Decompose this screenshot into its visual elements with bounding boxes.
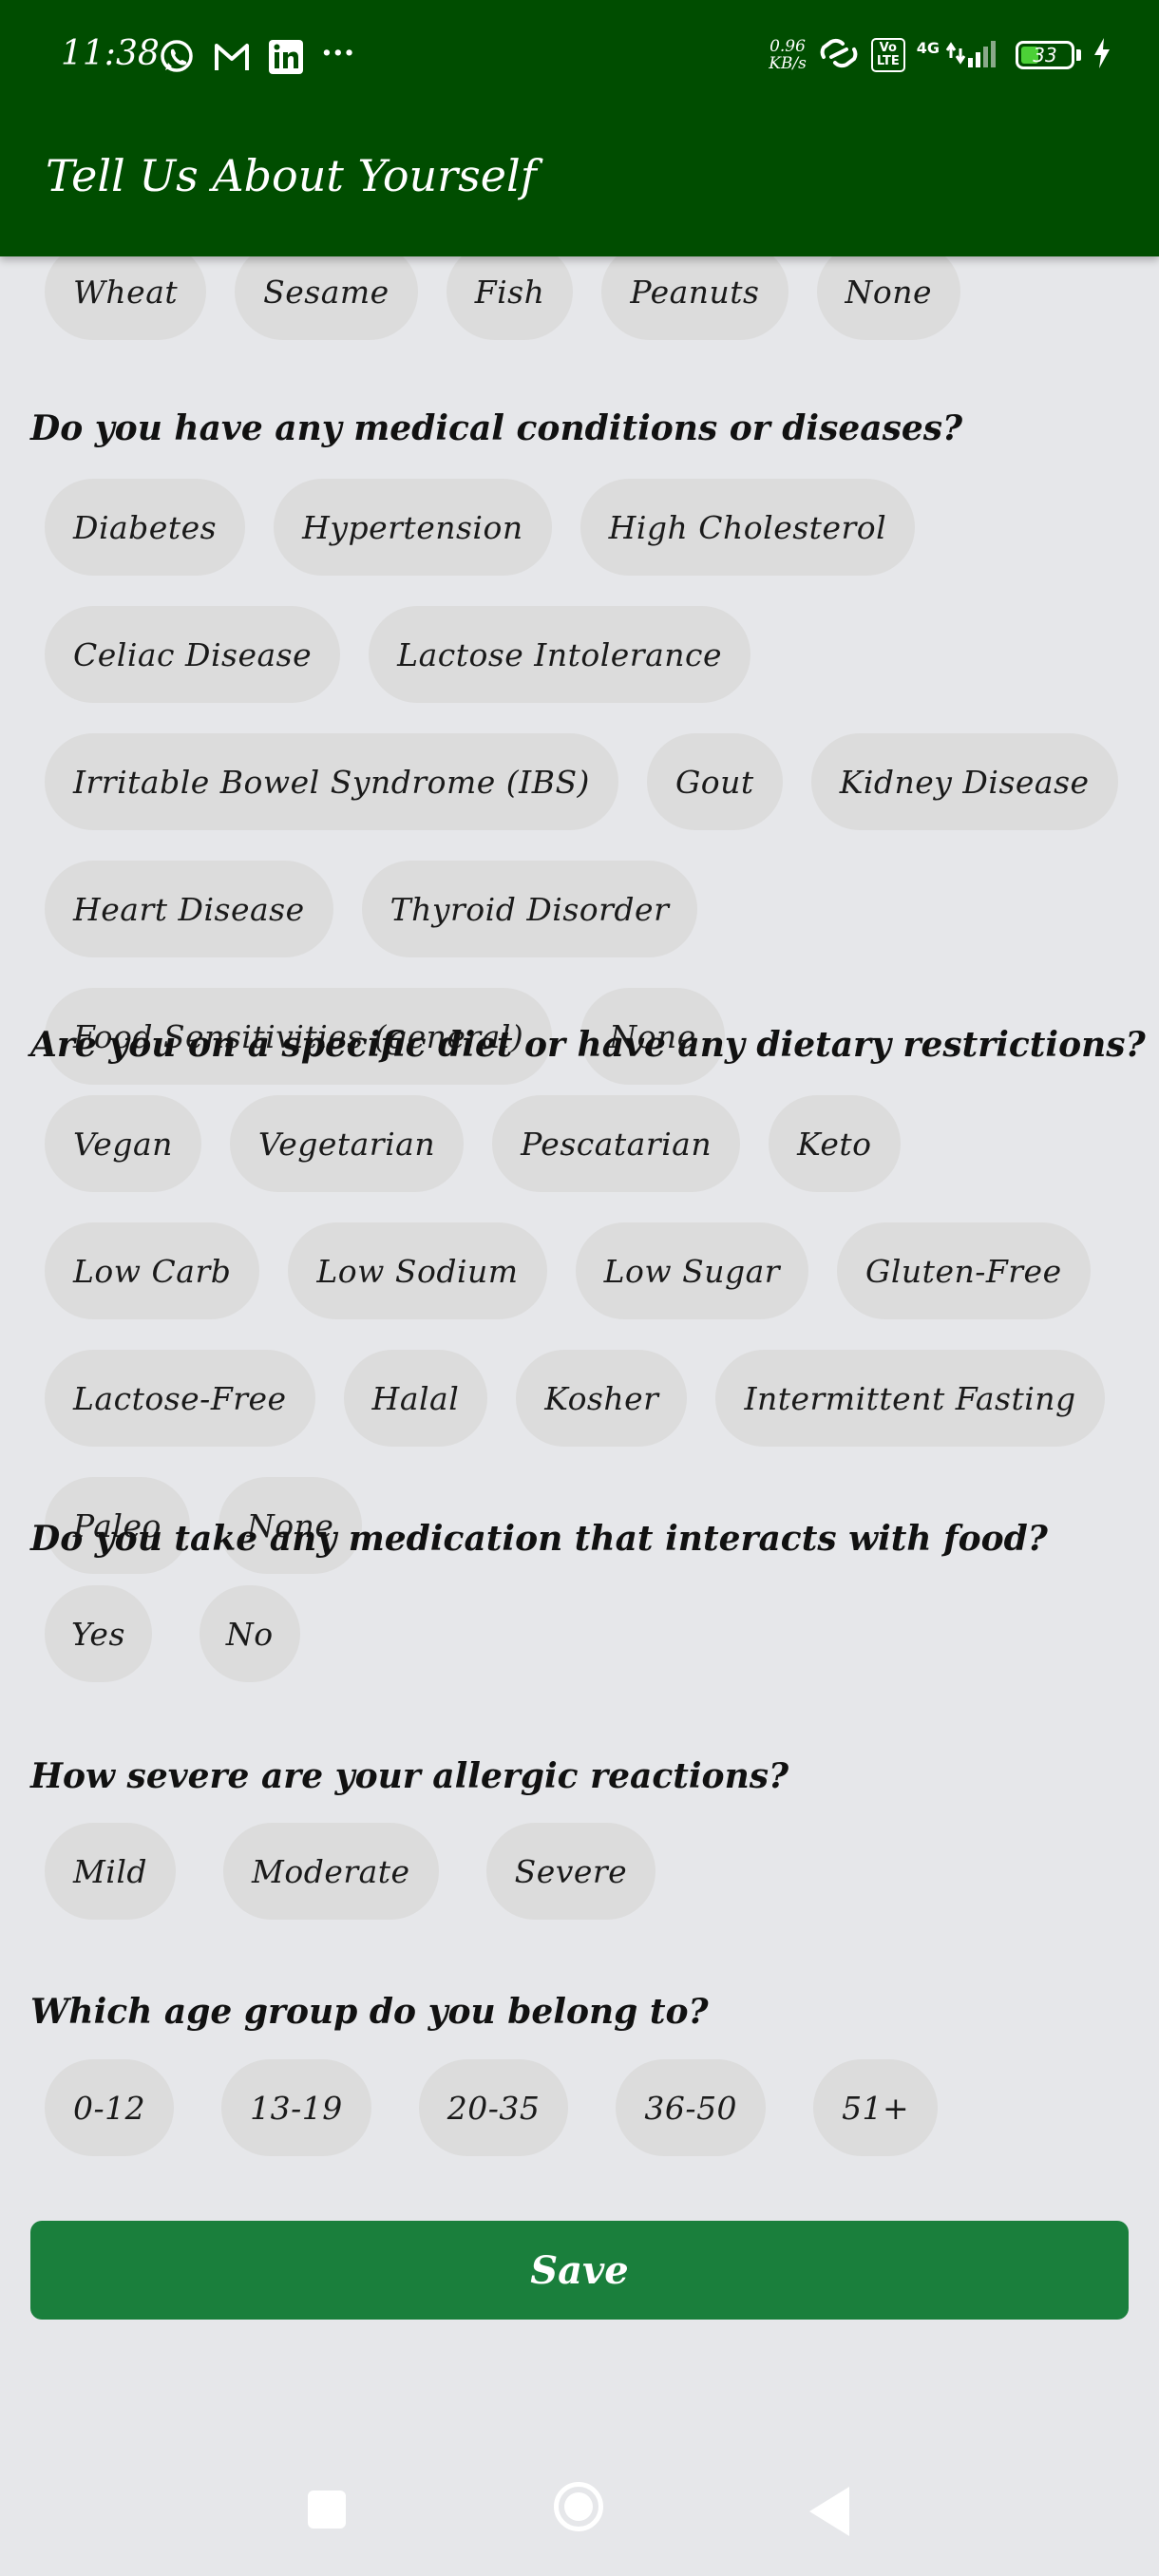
medical-chip-celiac-disease[interactable]: Celiac Disease <box>45 606 341 703</box>
medical-chip-group: Diabetes Hypertension High Cholesterol C… <box>45 479 1137 1085</box>
medication-chip-group: Yes No <box>45 1585 1137 1682</box>
save-button[interactable]: Save <box>30 2221 1129 2320</box>
form-content: Wheat Sesame Fish Peanuts None Do you ha… <box>0 0 1159 2576</box>
battery-icon: 33 <box>1016 41 1074 69</box>
medical-chip-thyroid-disorder[interactable]: Thyroid Disorder <box>361 861 698 957</box>
status-indicators: 0.96 KB/s Vo LTE 4G 33 <box>769 36 1112 74</box>
diet-chip-lactose-free[interactable]: Lactose-Free <box>45 1350 315 1447</box>
diet-chip-halal[interactable]: Halal <box>343 1350 488 1447</box>
allergy-chip[interactable]: Peanuts <box>601 243 788 340</box>
charging-icon <box>1092 37 1112 73</box>
home-button[interactable] <box>554 2482 603 2531</box>
diet-chip-intermittent-fasting[interactable]: Intermittent Fasting <box>715 1350 1105 1447</box>
medication-question: Do you take any medication that interact… <box>30 1519 1048 1559</box>
allergy-chip-group: Wheat Sesame Fish Peanuts None <box>45 243 1137 340</box>
severity-chip-mild[interactable]: Mild <box>45 1823 177 1920</box>
diet-chip-pescatarian[interactable]: Pescatarian <box>492 1095 741 1192</box>
age-chip-0-12[interactable]: 0-12 <box>45 2059 175 2156</box>
status-app-icons: ··· <box>158 34 355 76</box>
whatsapp-icon <box>158 38 196 76</box>
medical-chip-hypertension[interactable]: Hypertension <box>274 479 552 576</box>
recent-apps-button[interactable] <box>308 2491 346 2529</box>
medical-question: Do you have any medical conditions or di… <box>30 408 963 448</box>
diet-chip-kosher[interactable]: Kosher <box>516 1350 688 1447</box>
medical-chip-diabetes[interactable]: Diabetes <box>45 479 246 576</box>
age-chip-36-50[interactable]: 36-50 <box>616 2059 767 2156</box>
back-button[interactable] <box>809 2487 849 2536</box>
severity-chip-group: Mild Moderate Severe <box>45 1823 1137 1920</box>
diet-chip-vegan[interactable]: Vegan <box>45 1095 201 1192</box>
network-type: 4G <box>916 38 940 57</box>
diet-chip-low-sodium[interactable]: Low Sodium <box>288 1222 547 1319</box>
diet-chip-low-carb[interactable]: Low Carb <box>45 1222 260 1319</box>
more-notifications-icon: ··· <box>321 34 355 72</box>
medication-chip-no[interactable]: No <box>199 1585 300 1682</box>
linkedin-icon <box>268 39 304 75</box>
medication-chip-yes[interactable]: Yes <box>45 1585 152 1682</box>
age-chip-13-19[interactable]: 13-19 <box>221 2059 371 2156</box>
allergy-chip[interactable]: None <box>816 243 961 340</box>
severity-chip-moderate[interactable]: Moderate <box>223 1823 439 1920</box>
diet-chip-low-sugar[interactable]: Low Sugar <box>575 1222 809 1319</box>
allergy-chip[interactable]: Sesame <box>235 243 418 340</box>
severity-chip-severe[interactable]: Severe <box>485 1823 656 1920</box>
medical-chip-high-cholesterol[interactable]: High Cholesterol <box>580 479 916 576</box>
hotspot-icon <box>818 36 860 74</box>
medical-chip-kidney-disease[interactable]: Kidney Disease <box>810 733 1118 830</box>
volte-icon: Vo LTE <box>870 38 905 72</box>
medical-chip-heart-disease[interactable]: Heart Disease <box>45 861 333 957</box>
medical-chip-lactose-intolerance[interactable]: Lactose Intolerance <box>369 606 751 703</box>
allergy-chip[interactable]: Wheat <box>45 243 207 340</box>
age-chip-20-35[interactable]: 20-35 <box>418 2059 569 2156</box>
age-chip-group: 0-12 13-19 20-35 36-50 51+ <box>45 2059 1137 2156</box>
system-nav-bar <box>0 2451 1159 2576</box>
page-title: Tell Us About Yourself <box>46 150 537 201</box>
gmail-icon <box>213 40 251 74</box>
age-chip-51-plus[interactable]: 51+ <box>813 2059 939 2156</box>
battery-level: 33 <box>1033 44 1057 66</box>
battery-cap <box>1076 49 1081 61</box>
age-question: Which age group do you belong to? <box>30 1992 709 2032</box>
diet-chip-vegetarian[interactable]: Vegetarian <box>229 1095 465 1192</box>
home-circle-icon <box>564 2492 593 2521</box>
signal-icon <box>945 37 1004 73</box>
diet-chip-gluten-free[interactable]: Gluten-Free <box>837 1222 1091 1319</box>
net-speed: 0.96 KB/s <box>769 37 807 73</box>
severity-question: How severe are your allergic reactions? <box>30 1756 789 1796</box>
status-time: 11:38 <box>61 34 160 73</box>
allergy-chip[interactable]: Fish <box>446 243 574 340</box>
medical-chip-gout[interactable]: Gout <box>646 733 783 830</box>
diet-question: Are you on a specific diet or have any d… <box>30 1025 1146 1065</box>
diet-chip-keto[interactable]: Keto <box>769 1095 901 1192</box>
diet-chip-group: Vegan Vegetarian Pescatarian Keto Low Ca… <box>45 1095 1137 1574</box>
medical-chip-ibs[interactable]: Irritable Bowel Syndrome (IBS) <box>45 733 618 830</box>
app-header: 11:38 ··· 0.96 KB/s Vo LTE 4G 33 Tell Us… <box>0 0 1159 256</box>
